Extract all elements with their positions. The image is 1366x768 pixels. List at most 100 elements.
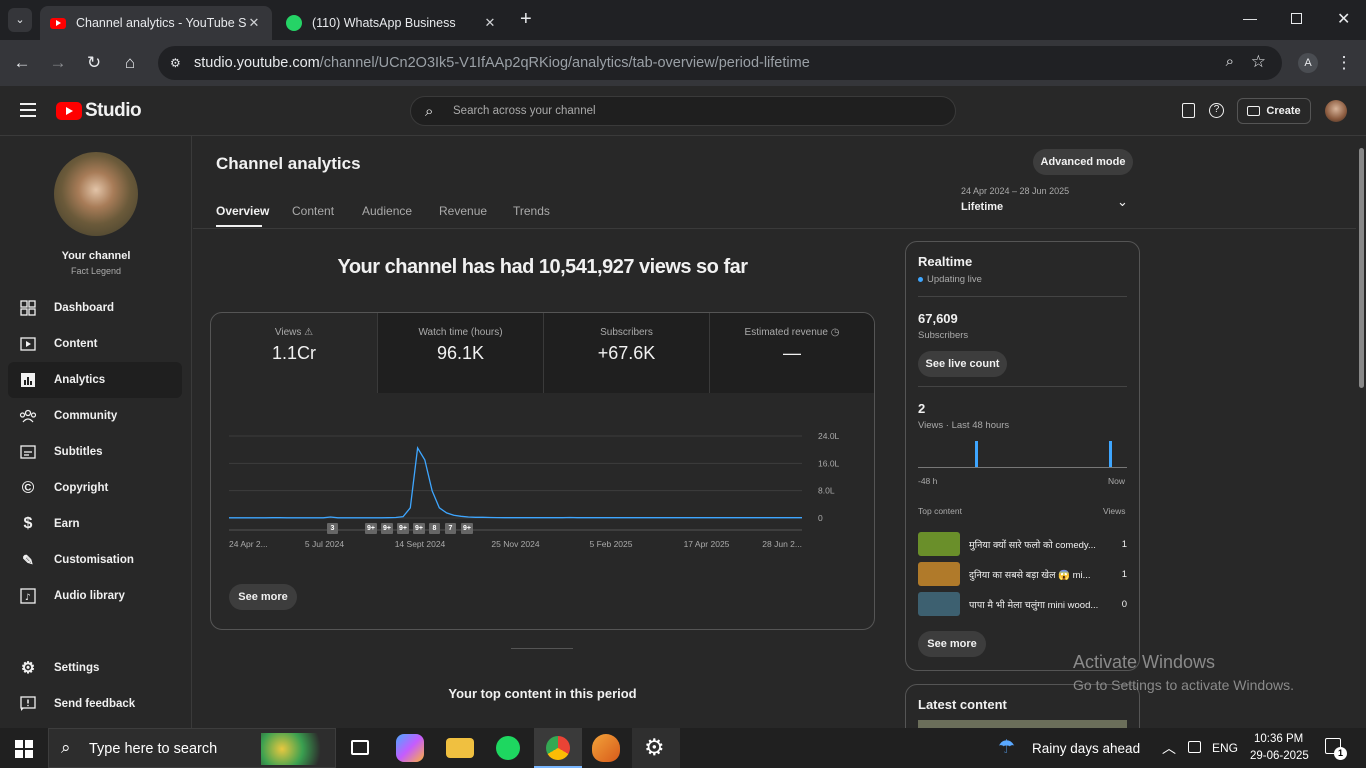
metric-estimated-revenue[interactable]: Estimated revenue ◷ —: [709, 313, 874, 393]
divider: [918, 296, 1127, 297]
publish-marker[interactable]: 7: [445, 523, 456, 534]
publish-marker[interactable]: 3: [327, 523, 338, 534]
settings-gear-icon[interactable]: ⚙: [644, 734, 665, 761]
sidebar-item-audio-library[interactable]: ♪ Audio library: [8, 578, 182, 614]
site-info-icon[interactable]: ⚙: [170, 56, 181, 70]
metric-subscribers[interactable]: Subscribers +67.6K: [543, 313, 709, 393]
metric-label: Subscribers: [600, 327, 653, 338]
sidebar-item-analytics[interactable]: Analytics: [8, 362, 182, 398]
channel-avatar[interactable]: [54, 152, 138, 236]
tab-search-dropdown-button[interactable]: ⌄: [8, 8, 32, 32]
studio-logo[interactable]: Studio: [56, 100, 142, 122]
see-more-button[interactable]: See more: [229, 584, 297, 610]
browser-tab-whatsapp[interactable]: (110) WhatsApp Business ✕: [276, 6, 508, 40]
chrome-icon[interactable]: [546, 736, 570, 760]
metric-value: —: [783, 343, 801, 363]
sidebar-item-dashboard[interactable]: Dashboard: [8, 290, 182, 326]
page-title: Channel analytics: [216, 154, 361, 173]
top-content-item[interactable]: पापा मै भी मेला चलुंगा mini wood... 0: [918, 592, 1127, 616]
browser-tab-analytics[interactable]: Channel analytics - YouTube Studio ✕: [40, 6, 272, 40]
publish-marker[interactable]: 9+: [413, 523, 425, 534]
restore-button[interactable]: [1291, 13, 1302, 24]
tab-audience[interactable]: Audience: [362, 204, 412, 218]
browser-menu-icon[interactable]: ⋮: [1334, 53, 1354, 73]
sidebar-item-subtitles[interactable]: Subtitles: [8, 434, 182, 470]
forward-arrow-icon[interactable]: →: [48, 53, 68, 73]
top-content-item[interactable]: दुनिया का सबसे बड़ा खेल 😱 mi... 1: [918, 562, 1127, 586]
period-range: 24 Apr 2024 – 28 Jun 2025: [961, 186, 1070, 196]
subtitles-header-icon[interactable]: [1182, 103, 1195, 118]
create-button[interactable]: Create: [1237, 98, 1311, 124]
new-tab-button[interactable]: +: [520, 8, 532, 31]
metric-views[interactable]: Views ⚠ 1.1Cr: [211, 313, 377, 393]
profile-avatar[interactable]: A: [1298, 53, 1318, 73]
search-icon: ⌕: [425, 103, 434, 120]
clock-date[interactable]: 29-06-2025: [1250, 750, 1309, 762]
sidebar-item-settings[interactable]: ⚙ Settings: [8, 650, 182, 686]
sidebar-item-community[interactable]: Community: [8, 398, 182, 434]
studio-logo-text: Studio: [85, 100, 142, 121]
community-icon: [18, 406, 38, 426]
publish-marker[interactable]: 9+: [381, 523, 393, 534]
windows-taskbar: ⌕ Type here to search ⚙ ☂ Rainy days ahe…: [0, 728, 1366, 768]
help-icon[interactable]: ?: [1209, 103, 1224, 118]
weather-text[interactable]: Rainy days ahead: [1032, 741, 1140, 756]
account-avatar[interactable]: [1325, 100, 1347, 122]
search-input[interactable]: ⌕ Search across your channel: [410, 96, 956, 126]
chevron-up-icon[interactable]: ︿: [1162, 738, 1176, 758]
tab-content[interactable]: Content: [292, 204, 334, 218]
publish-marker[interactable]: 8: [429, 523, 440, 534]
language-indicator[interactable]: ENG: [1212, 741, 1238, 755]
back-arrow-icon[interactable]: ←: [12, 53, 32, 73]
camera-indicator-icon[interactable]: [1188, 741, 1201, 753]
publish-marker[interactable]: 9+: [397, 523, 409, 534]
windows-start-icon[interactable]: [15, 740, 33, 758]
tab-trends[interactable]: Trends: [513, 204, 550, 218]
scrollbar-thumb[interactable]: [1359, 148, 1364, 388]
publish-marker[interactable]: 9+: [461, 523, 473, 534]
tab-overview[interactable]: Overview: [216, 204, 269, 218]
file-explorer-icon[interactable]: [446, 738, 474, 758]
taskbar-search-box[interactable]: ⌕ Type here to search: [48, 728, 336, 768]
see-live-count-button[interactable]: See live count: [918, 351, 1007, 377]
bookmark-star-icon[interactable]: ☆: [1251, 52, 1266, 72]
close-window-button[interactable]: ✕: [1337, 9, 1350, 29]
sidebar-item-copyright[interactable]: © Copyright: [8, 470, 182, 506]
address-bar[interactable]: ⚙ studio.youtube.com/channel/UCn2O3Ik5-V…: [158, 46, 1282, 80]
dashboard-icon: [18, 298, 38, 318]
main-content: Channel analytics Advanced mode Overview…: [193, 136, 1356, 744]
views-headline: Your channel has had 10,541,927 views so…: [337, 256, 748, 278]
close-tab-icon[interactable]: ✕: [482, 15, 498, 31]
sidebar-item-customisation[interactable]: ✎ Customisation: [8, 542, 182, 578]
metric-watch-time[interactable]: Watch time (hours) 96.1K: [377, 313, 543, 393]
top-content-item[interactable]: मुनिया क्यों सारे फलो को comedy... 1: [918, 532, 1127, 556]
fl-studio-icon[interactable]: [592, 734, 620, 762]
analytics-icon: [18, 370, 38, 390]
x-tick-label: 25 Nov 2024: [491, 539, 539, 549]
hamburger-menu-icon[interactable]: [20, 103, 36, 117]
sidebar-item-label: Customisation: [54, 554, 134, 566]
youtube-tab-icon: [50, 17, 66, 29]
sidebar-item-earn[interactable]: $ Earn: [8, 506, 182, 542]
realtime-see-more-button[interactable]: See more: [918, 631, 986, 657]
tab-title: (110) WhatsApp Business: [312, 16, 456, 30]
advanced-mode-button[interactable]: Advanced mode: [1033, 149, 1133, 175]
close-tab-icon[interactable]: ✕: [246, 15, 262, 31]
publish-marker[interactable]: 9+: [365, 523, 377, 534]
url-host: studio.youtube.com: [194, 55, 320, 71]
spotify-icon[interactable]: [496, 736, 520, 760]
reload-icon[interactable]: ↻: [84, 53, 104, 73]
zoom-icon[interactable]: ⌕: [1226, 53, 1234, 70]
home-icon[interactable]: ⌂: [120, 53, 140, 73]
x-tick-label: 5 Jul 2024: [305, 539, 344, 549]
period-selector[interactable]: 24 Apr 2024 – 28 Jun 2025 Lifetime ⌄: [961, 186, 1141, 218]
task-view-icon[interactable]: [351, 740, 369, 755]
sidebar-item-content[interactable]: Content: [8, 326, 182, 362]
copilot-icon[interactable]: [396, 734, 424, 762]
clock-time[interactable]: 10:36 PM: [1254, 733, 1303, 745]
realtime-bar: [1109, 441, 1112, 467]
minimize-button[interactable]: —: [1243, 10, 1257, 26]
sidebar-item-send-feedback[interactable]: Send feedback: [8, 686, 182, 722]
tab-revenue[interactable]: Revenue: [439, 204, 487, 218]
page-scrollbar[interactable]: [1356, 136, 1366, 728]
